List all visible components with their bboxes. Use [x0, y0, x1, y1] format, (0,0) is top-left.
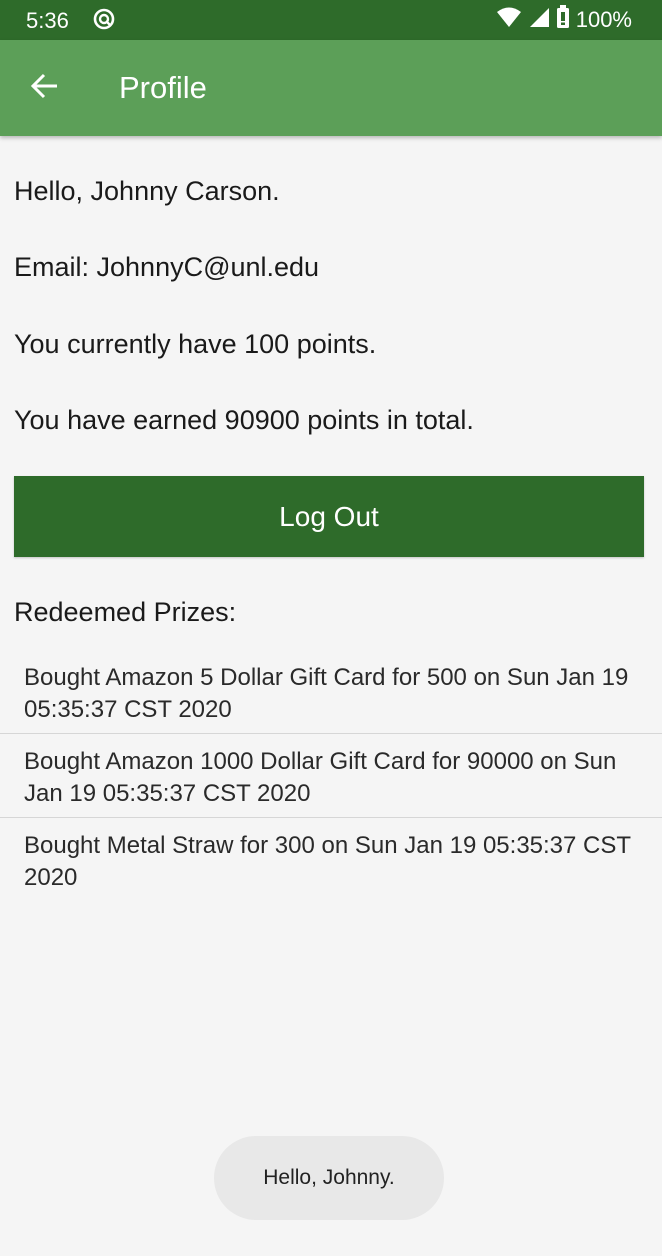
signal-icon [528, 6, 550, 34]
current-points-text: You currently have 100 points. [14, 329, 377, 359]
status-time: 5:36 [26, 8, 69, 33]
status-bar: 5:36 100% [0, 0, 662, 40]
app-bar: Profile [0, 40, 662, 136]
redeemed-prizes-list: Bought Amazon 5 Dollar Gift Card for 500… [0, 650, 662, 902]
list-item[interactable]: Bought Metal Straw for 300 on Sun Jan 19… [0, 818, 662, 902]
page-title: Profile [119, 70, 207, 105]
battery-percentage: 100% [575, 7, 632, 32]
email-text: Email: JohnnyC@unl.edu [14, 252, 320, 282]
wifi-icon [496, 6, 522, 34]
toast-message: Hello, Johnny. [214, 1136, 444, 1220]
total-points-text: You have earned 90900 points in total. [14, 405, 474, 435]
status-indicators: 100% [496, 5, 632, 35]
greeting-text: Hello, Johnny Carson. [14, 176, 280, 206]
list-item[interactable]: Bought Amazon 1000 Dollar Gift Card for … [0, 734, 662, 818]
back-button[interactable] [24, 68, 64, 108]
sync-icon [92, 7, 116, 31]
redeemed-prizes-heading: Redeemed Prizes: [14, 597, 237, 627]
arrow-back-icon [28, 70, 60, 107]
battery-icon [556, 5, 570, 35]
logout-button[interactable]: Log Out [14, 476, 644, 557]
list-item[interactable]: Bought Amazon 5 Dollar Gift Card for 500… [0, 650, 662, 734]
